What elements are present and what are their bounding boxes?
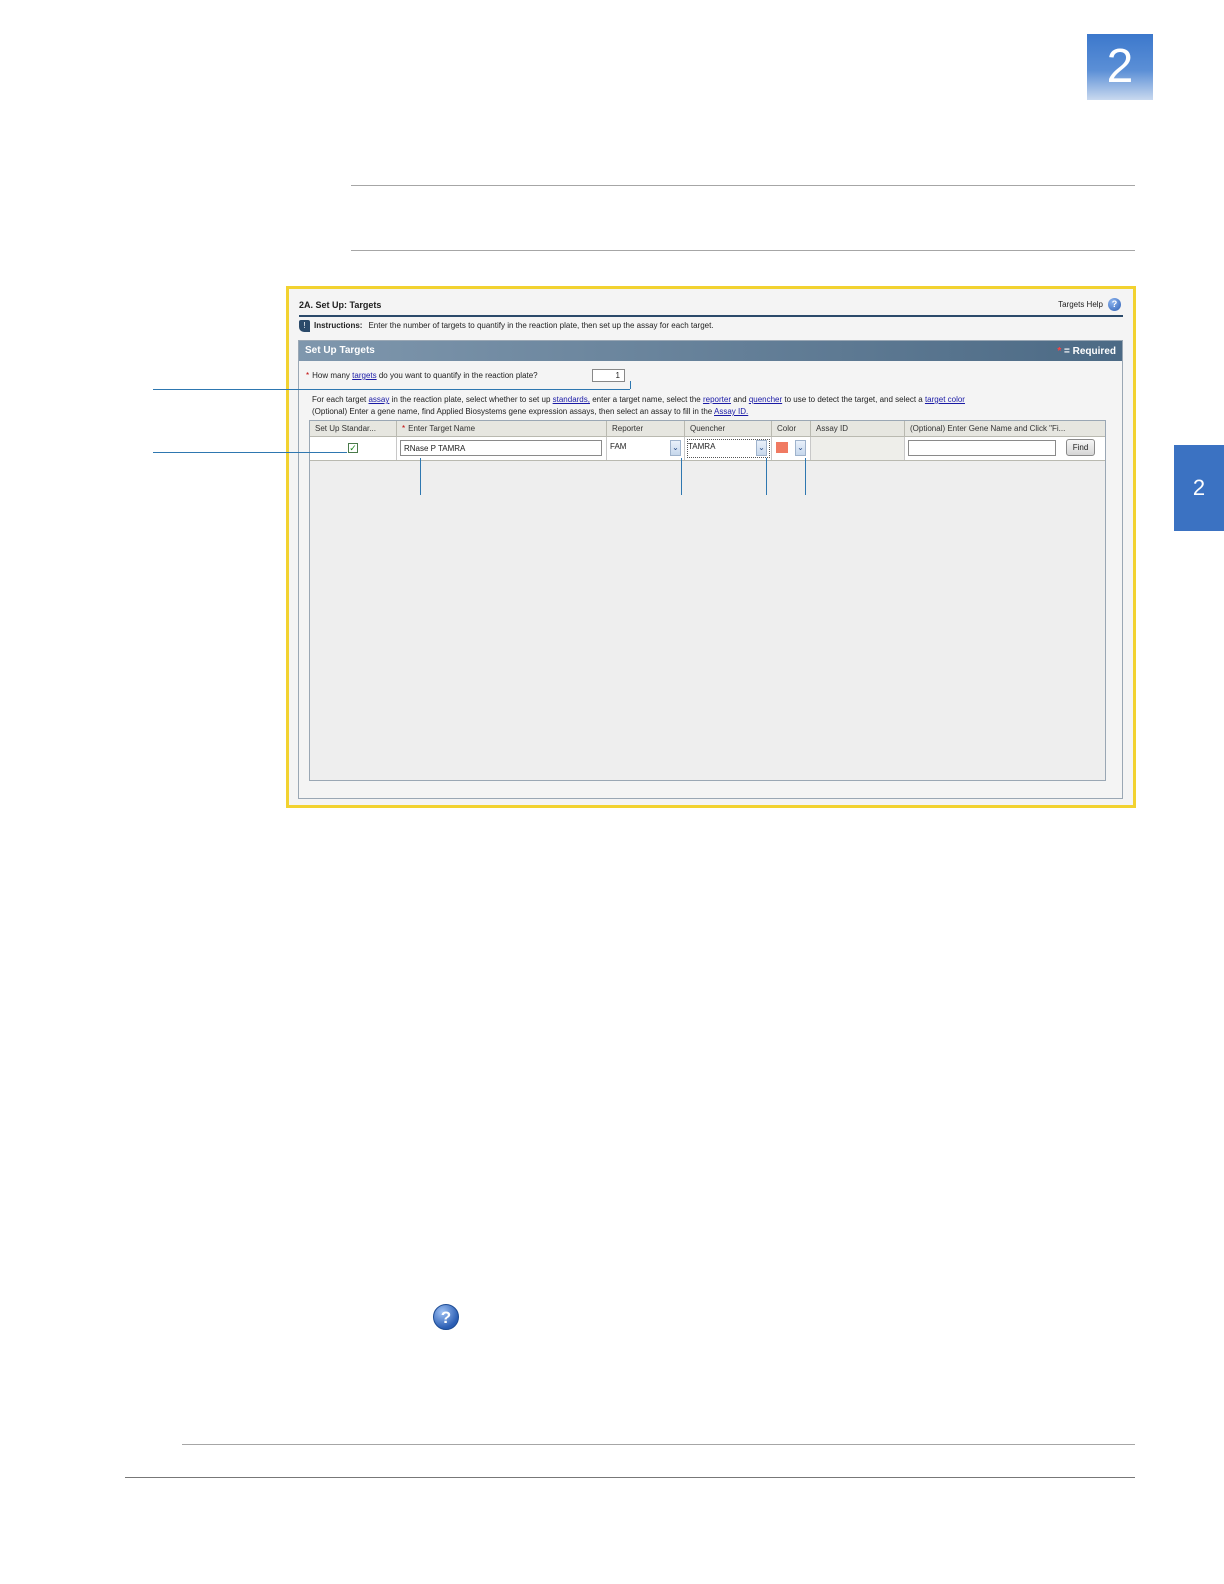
instructions-line: ! Instructions: Enter the number of target… [299,320,714,332]
cell-color: ⌄ [772,437,811,460]
col-gene-name[interactable]: (Optional) Enter Gene Name and Click "Fi… [905,421,1105,436]
callout-line-standards [153,452,347,453]
callout-line-color [805,458,806,495]
callout-line-target-name [420,458,421,495]
standards-link[interactable]: standards, [553,395,590,404]
col-color[interactable]: Color [772,421,811,436]
quencher-link[interactable]: quencher [749,395,782,404]
col-target-name[interactable]: * Enter Target Name [397,421,607,436]
required-legend: * = Required [1057,346,1116,357]
targets-help-link[interactable]: Targets Help [1058,300,1103,309]
software-screenshot: 2A. Set Up: Targets Targets Help ? ! Inst… [286,286,1136,808]
section-rule-bottom [351,250,1135,251]
cell-target-name: RNase P TAMRA [397,437,607,460]
cell-gene-name: Find [905,437,1105,460]
target-count-question: * How many targets do you want to quantif… [306,371,538,380]
gene-name-input[interactable] [908,440,1056,456]
reporter-dropdown-icon[interactable]: ⌄ [670,440,681,456]
required-star: * [306,371,310,380]
color-dropdown-icon[interactable]: ⌄ [795,440,806,456]
table-row: ✓ RNase P TAMRA FAM ⌄ TAMRA ⌄ ⌄ Find [310,437,1105,461]
col-standards[interactable]: Set Up Standar... [310,421,397,436]
assay-id-link[interactable]: Assay ID. [714,407,748,416]
footer-rule-2 [125,1477,1135,1478]
chapter-side-tab: 2 [1174,445,1224,531]
instructions-label: Instructions: [314,321,363,331]
callout-tick-target-count [630,381,631,389]
col-reporter[interactable]: Reporter [607,421,685,436]
chapter-number-badge: 2 [1087,34,1153,100]
assay-link[interactable]: assay [368,395,389,404]
help-icon: ? [433,1304,459,1330]
col-assay-id[interactable]: Assay ID [811,421,905,436]
set-up-standards-checkbox[interactable]: ✓ [348,443,358,453]
quencher-dropdown-icon[interactable]: ⌄ [756,440,767,456]
callout-line-quencher [766,458,767,495]
target-count-input[interactable]: 1 [592,369,625,382]
callout-line-target-count [153,389,630,390]
panel-header: Set Up Targets * = Required [299,341,1122,361]
section-rule-top [351,185,1135,186]
instructions-text: Enter the number of targets to quantify … [368,321,714,331]
col-quencher[interactable]: Quencher [685,421,772,436]
targets-table: Set Up Standar... * Enter Target Name Rep… [309,420,1106,781]
find-button[interactable]: Find [1066,439,1095,456]
target-name-input[interactable]: RNase P TAMRA [400,440,602,456]
info-icon: ! [299,320,310,332]
reporter-link[interactable]: reporter [703,395,731,404]
targets-link[interactable]: targets [352,371,376,380]
panel-title: Set Up Targets [305,345,375,356]
cell-assay-id [811,437,905,460]
cell-reporter: FAM ⌄ [607,437,685,460]
table-header: Set Up Standar... * Enter Target Name Rep… [310,421,1105,437]
help-icon[interactable]: ? [1108,298,1121,311]
target-color-link[interactable]: target color [925,395,965,404]
quencher-select-value[interactable]: TAMRA [688,442,715,451]
assay-description: For each target assay in the reaction pl… [312,395,965,416]
callout-line-reporter [681,458,682,495]
footer-rule-1 [182,1444,1135,1445]
cell-standards: ✓ [310,437,397,460]
color-swatch[interactable] [776,442,788,453]
set-up-targets-panel: Set Up Targets * = Required * How many ta… [298,340,1123,799]
screen-header: 2A. Set Up: Targets Targets Help ? [299,298,1123,317]
cell-quencher: TAMRA ⌄ [685,437,772,460]
screen-title: 2A. Set Up: Targets [299,300,382,310]
reporter-select-value[interactable]: FAM [610,442,626,451]
